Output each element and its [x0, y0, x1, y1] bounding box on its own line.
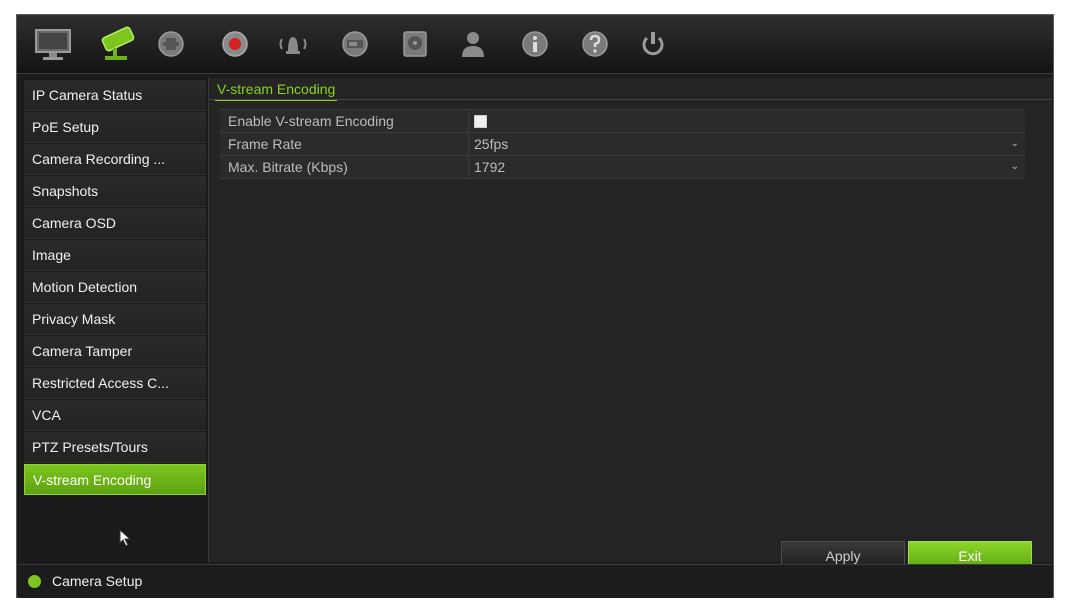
max-bitrate-select[interactable]: 1792 ⌄ [468, 156, 1025, 178]
sidebar-item-image[interactable]: Image [24, 240, 206, 271]
help-icon[interactable] [575, 24, 615, 64]
record-icon[interactable] [215, 24, 255, 64]
power-icon[interactable] [633, 24, 673, 64]
sidebar-item-vca[interactable]: VCA [24, 400, 206, 431]
settings-row: Max. Bitrate (Kbps) 1792 ⌄ [220, 156, 1025, 179]
section-title: V-stream Encoding [215, 81, 338, 101]
current-menu-label: Camera Setup [52, 573, 143, 589]
sidebar-item-camera-tamper[interactable]: Camera Tamper [24, 336, 206, 367]
frame-rate-select[interactable]: 25fps ⌄ [468, 133, 1025, 155]
max-bitrate-value: 1792 [474, 159, 506, 175]
sidebar-item-poe-setup[interactable]: PoE Setup [24, 112, 206, 143]
chevron-down-icon: ⌄ [1010, 138, 1019, 149]
enable-v-stream-value [468, 110, 1025, 132]
storage-icon[interactable] [335, 24, 375, 64]
sidebar-item-camera-osd[interactable]: Camera OSD [24, 208, 206, 239]
frame-rate-value: 25fps [474, 136, 509, 152]
status-icon [28, 575, 41, 588]
mouse-cursor-icon [119, 529, 132, 547]
enable-v-stream-checkbox[interactable] [474, 115, 487, 128]
sidebar-item-privacy-mask[interactable]: Privacy Mask [24, 304, 206, 335]
hdd-icon[interactable] [395, 24, 435, 64]
sidebar-item-motion-detection[interactable]: Motion Detection [24, 272, 206, 303]
main-toolbar [17, 15, 1053, 74]
network-icon[interactable] [151, 24, 191, 64]
user-icon[interactable] [453, 24, 493, 64]
settings-row: Frame Rate 25fps ⌄ [220, 133, 1025, 156]
info-icon[interactable] [515, 24, 555, 64]
settings-grid: Enable V-stream Encoding Frame Rate 25fp… [220, 109, 1025, 179]
monitor-icon[interactable] [33, 24, 73, 64]
enable-v-stream-label: Enable V-stream Encoding [228, 110, 469, 132]
sidebar-item-ptz-presets-tours[interactable]: PTZ Presets/Tours [24, 432, 206, 463]
app-window: IP Camera Status PoE Setup Camera Record… [16, 14, 1054, 598]
main-panel: V-stream Encoding Enable V-stream Encodi… [208, 78, 1052, 569]
frame-rate-label: Frame Rate [228, 133, 469, 155]
sidebar-item-ip-camera-status[interactable]: IP Camera Status [24, 80, 206, 111]
settings-sidebar: IP Camera Status PoE Setup Camera Record… [18, 78, 208, 562]
section-divider [209, 99, 1052, 100]
max-bitrate-label: Max. Bitrate (Kbps) [228, 156, 469, 178]
camera-icon[interactable] [95, 24, 141, 64]
sidebar-item-v-stream-encoding[interactable]: V-stream Encoding [24, 464, 206, 495]
sidebar-item-camera-recording[interactable]: Camera Recording ... [24, 144, 206, 175]
sidebar-item-snapshots[interactable]: Snapshots [24, 176, 206, 207]
sidebar-item-restricted-access[interactable]: Restricted Access C... [24, 368, 206, 399]
settings-row: Enable V-stream Encoding [220, 109, 1025, 133]
status-bar: Camera Setup [18, 564, 1052, 598]
alarm-icon[interactable] [273, 24, 313, 64]
chevron-down-icon: ⌄ [1010, 161, 1019, 172]
